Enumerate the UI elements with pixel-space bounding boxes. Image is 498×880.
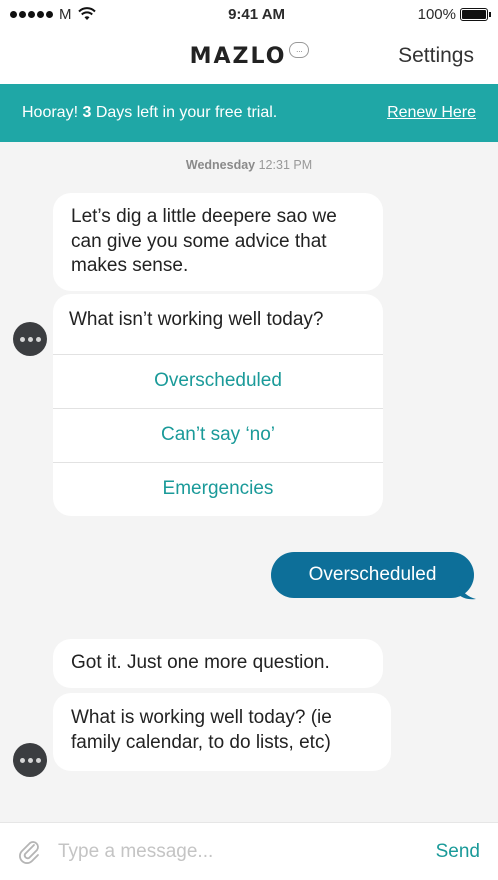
status-time: 9:41 AM	[228, 5, 286, 23]
chat-timestamp: Wednesday 12:31 PM	[0, 158, 498, 172]
timestamp-time: 12:31 PM	[258, 158, 313, 172]
battery-fill	[462, 9, 486, 19]
battery-percent: 100%	[417, 5, 456, 23]
renew-link[interactable]: Renew Here	[387, 104, 476, 122]
status-right: 100%	[417, 5, 491, 23]
carrier-name: M	[59, 5, 72, 23]
timestamp-day: Wednesday	[185, 158, 256, 172]
option-cant-say-no[interactable]: Can’t say ‘no’	[53, 408, 383, 462]
bot-avatar	[13, 743, 47, 777]
status-left: M	[10, 6, 96, 23]
logo-text: MAZLO	[189, 43, 287, 69]
question-card: What isn’t working well today? Oversched…	[53, 294, 383, 516]
trial-banner: Hooray! 3 Days left in your free trial. …	[0, 84, 498, 142]
signal-strength-icon	[10, 10, 53, 18]
bot-message-intro: Let’s dig a little deepere sao we can gi…	[53, 193, 383, 292]
wifi-icon	[77, 7, 96, 20]
option-overscheduled[interactable]: Overscheduled	[53, 354, 383, 408]
settings-button[interactable]: Settings	[398, 44, 474, 68]
trial-suffix: Days left in your free trial.	[91, 104, 278, 121]
trial-prefix: Hooray!	[22, 104, 83, 121]
logo-chat-bubble-icon: ...	[289, 42, 310, 58]
app-logo: MAZLO ...	[189, 42, 310, 69]
trial-message: Hooray! 3 Days left in your free trial.	[22, 104, 277, 122]
user-bubble-tail	[458, 584, 476, 600]
bot-avatar	[13, 322, 47, 356]
option-emergencies[interactable]: Emergencies	[53, 462, 383, 516]
battery-icon	[460, 7, 491, 21]
status-bar: M 9:41 AM 100%	[0, 0, 498, 28]
message-input[interactable]	[58, 840, 426, 863]
question-card-question: What isn’t working well today?	[69, 309, 324, 330]
bot-message-followup: Got it. Just one more question.	[53, 639, 383, 688]
send-button[interactable]: Send	[436, 841, 480, 863]
paperclip-icon[interactable]	[18, 839, 42, 865]
nav-bar: MAZLO ... Settings	[0, 28, 498, 84]
user-message: Overscheduled	[271, 552, 474, 598]
message-composer: Send	[0, 822, 498, 880]
bot-message-question: What is working well today? (ie family c…	[53, 693, 391, 771]
